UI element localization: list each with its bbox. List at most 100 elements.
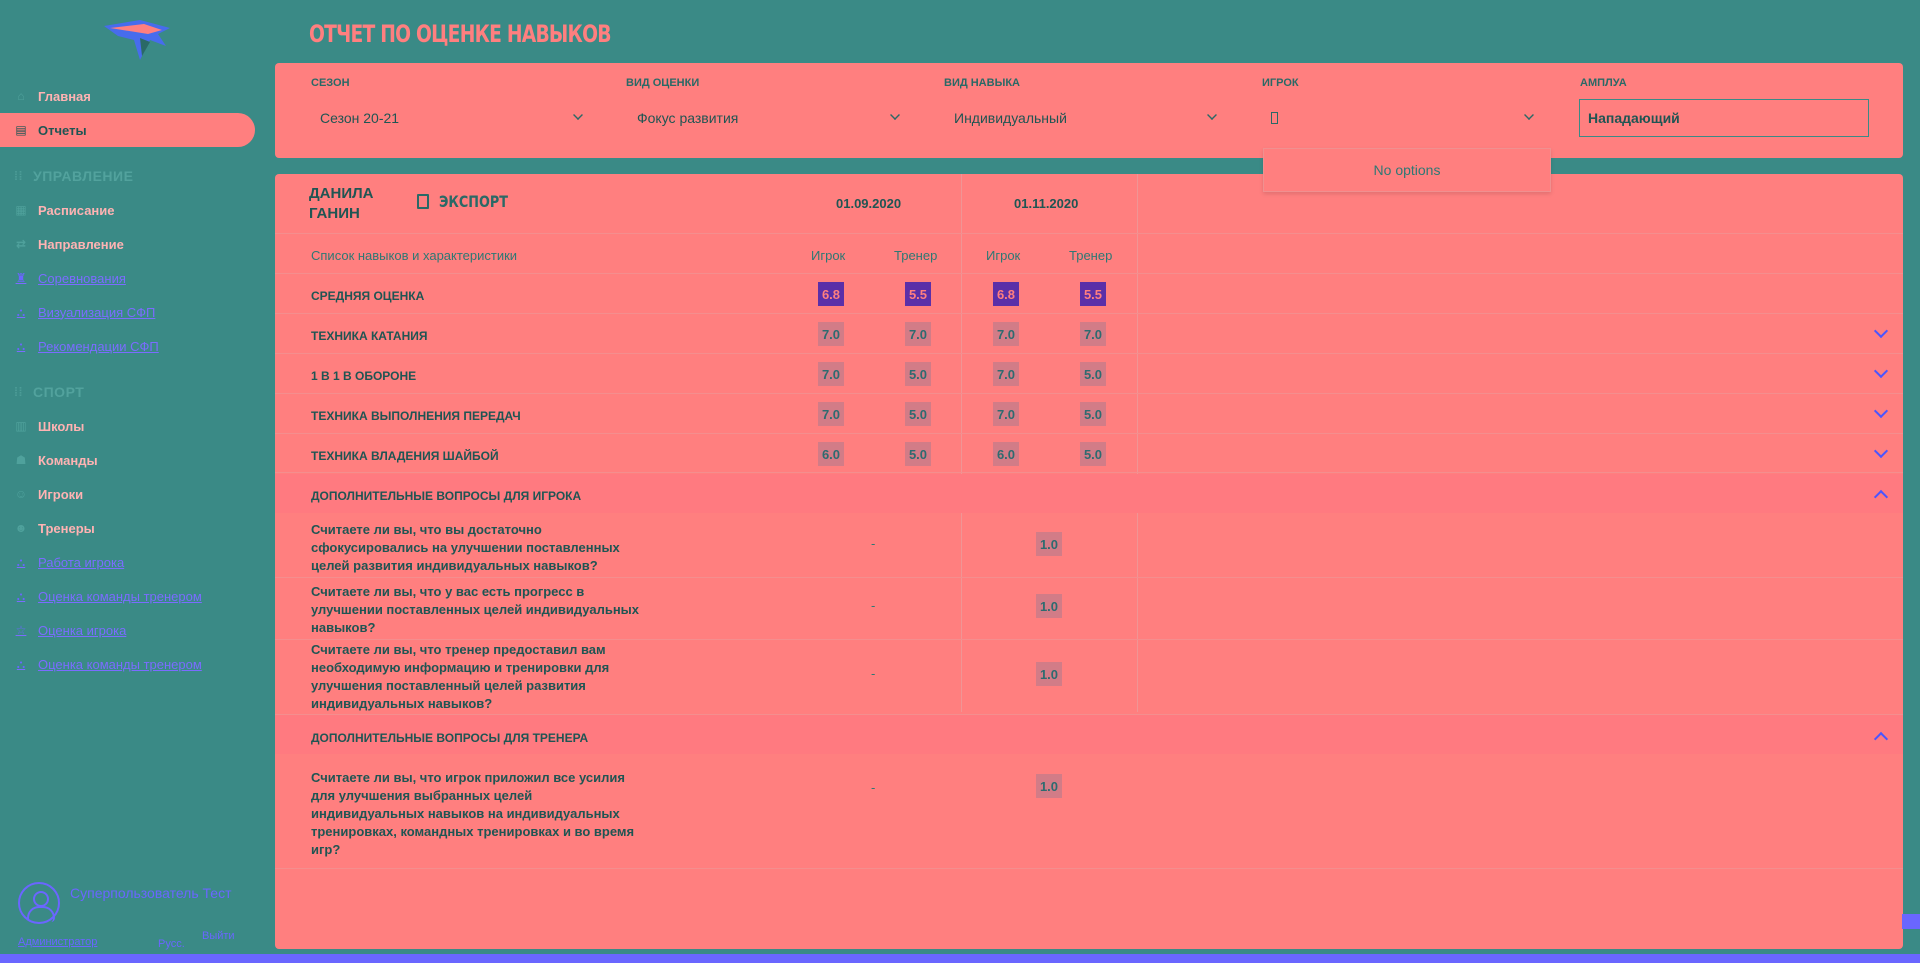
report-icon: ▤ [15, 123, 27, 137]
empty-value: - [871, 598, 876, 613]
user-role[interactable]: Администратор [18, 936, 97, 948]
sidebar-item-sfp-visual[interactable]: ⛬ Визуализация СФП [0, 295, 255, 329]
scroll-indicator[interactable] [1902, 914, 1920, 929]
user-block: Суперпользователь Тест Администратор Рус… [18, 880, 248, 950]
rating-icon: ⛬ [16, 657, 26, 671]
chevron-down-icon [573, 110, 583, 120]
sidebar-item-label: Команды [38, 452, 98, 468]
sidebar-item-label: Рекомендации СФП [38, 338, 159, 354]
sidebar-item-label: Отчеты [38, 122, 87, 138]
row-divider [275, 313, 1903, 314]
question-text: Считаете ли вы, что вы достаточно сфокус… [311, 522, 620, 573]
chevron-down-icon[interactable] [1873, 403, 1889, 419]
column-skills: Список навыков и характеристики [311, 248, 518, 263]
text-cursor-icon [1271, 112, 1278, 124]
sidebar-item-players[interactable]: ☺ Игроки [0, 477, 255, 511]
empty-value: - [871, 666, 876, 681]
skill-row-label: СРЕДНЯЯ ОЦЕНКА [311, 289, 425, 303]
sidebar-item-label: Игроки [38, 486, 84, 502]
logout-link[interactable]: Выйти [202, 930, 235, 942]
skill-row-label[interactable]: ТЕХНИКА КАТАНИЯ [311, 329, 428, 343]
language-switch[interactable]: Русс. [158, 938, 185, 950]
skill-type-select[interactable]: Индивидуальный [944, 99, 1229, 137]
position-field[interactable]: Нападающий [1579, 99, 1869, 137]
home-icon: ⌂ [17, 89, 25, 103]
filter-panel: СЕЗОН Сезон 20-21 ВИД ОЦЕНКИ Фокус разви… [275, 63, 1903, 158]
player-name: ДАНИЛА ГАНИН [309, 185, 374, 222]
score-badge: 7.0 [905, 322, 931, 346]
chevron-down-icon [1207, 110, 1217, 120]
score-badge: 5.0 [905, 402, 931, 426]
score-badge: 5.5 [1080, 282, 1106, 306]
sidebar-item-label: Визуализация СФП [38, 304, 156, 320]
sidebar-item-label: Работа игрока [38, 554, 125, 570]
skill-row-label[interactable]: 1 В 1 В ОБОРОНЕ [311, 369, 416, 383]
row-divider [275, 353, 1903, 354]
score-badge: 5.0 [1080, 402, 1106, 426]
row-divider [275, 868, 1903, 869]
column-coach-1: Тренер [894, 248, 938, 263]
chevron-down-icon[interactable] [1873, 443, 1889, 459]
empty-value: - [871, 780, 876, 795]
row-divider [275, 433, 1903, 434]
sidebar-item-competitions[interactable]: ♜ Соревнования [0, 261, 255, 295]
player-icon: ☺ [14, 487, 28, 501]
question-text: Считаете ли вы, что тренер предоставил в… [311, 642, 610, 711]
skill-row-label[interactable]: ТЕХНИКА ВЫПОЛНЕНИЯ ПЕРЕДАЧ [311, 409, 521, 423]
sidebar-item-team-rating-2[interactable]: ⛬ Оценка команды тренером [0, 647, 255, 681]
section-management: ⁞⁞ УПРАВЛЕНИЕ [14, 168, 134, 184]
season-select[interactable]: Сезон 20-21 [310, 99, 595, 137]
sidebar-item-team-rating[interactable]: ⛬ Оценка команды тренером [0, 579, 255, 613]
score-badge: 6.0 [818, 442, 844, 466]
score-badge: 6.8 [818, 282, 844, 306]
sidebar-item-home[interactable]: ⌂ Главная [0, 79, 255, 113]
logo-icon[interactable] [100, 18, 176, 62]
chevron-down-icon[interactable] [1873, 363, 1889, 379]
sidebar-item-reports[interactable]: ▤ Отчеты [0, 113, 255, 147]
trophy-icon: ♜ [15, 271, 27, 285]
skill-type-label: ВИД НАВЫКА [944, 77, 1021, 89]
column-coach-2: Тренер [1069, 248, 1113, 263]
sidebar-item-player-rating[interactable]: ☆ Оценка игрока [0, 613, 255, 647]
coach-icon: ☻ [14, 521, 28, 535]
position-label: АМПЛУА [1580, 77, 1627, 89]
skill-row-label[interactable]: ТЕХНИКА ВЛАДЕНИЯ ШАЙБОЙ [311, 449, 499, 463]
rating-type-label: ВИД ОЦЕНКИ [626, 77, 700, 89]
sidebar-item-coaches[interactable]: ☻ Тренеры [0, 511, 255, 545]
score-badge: 6.0 [993, 442, 1019, 466]
score-badge: 1.0 [1036, 662, 1062, 686]
work-icon: ⛬ [16, 555, 26, 569]
team-icon: ☗ [15, 453, 27, 467]
sidebar-item-label: Оценка игрока [38, 622, 127, 638]
sidebar-item-label: Оценка команды тренером [38, 588, 202, 604]
direction-icon: ⇄ [15, 237, 27, 251]
star-icon: ☆ [15, 623, 27, 637]
column-player-1: Игрок [811, 248, 846, 263]
chevron-down-icon [890, 110, 900, 120]
rating-type-value: Фокус развития [637, 110, 739, 126]
rating-icon: ⛬ [16, 589, 26, 603]
player-select[interactable] [1261, 99, 1546, 137]
user-name[interactable]: Суперпользователь Тест [70, 886, 248, 900]
score-badge: 5.0 [905, 442, 931, 466]
sidebar-item-sfp-recommend[interactable]: ⛬ Рекомендации СФП [0, 329, 255, 363]
rating-type-select[interactable]: Фокус развития [627, 99, 912, 137]
sidebar-item-label: Главная [38, 88, 91, 104]
score-badge: 5.5 [905, 282, 931, 306]
date-column-1: 01.09.2020 [836, 196, 902, 211]
avatar[interactable] [18, 882, 60, 924]
list-icon: ⛬ [16, 339, 26, 353]
row-divider [275, 472, 1903, 473]
chevron-down-icon[interactable] [1873, 323, 1889, 339]
export-button[interactable]: ЭКСПОРТ [417, 192, 525, 211]
sidebar-item-direction[interactable]: ⇄ Направление [0, 227, 255, 261]
sidebar-item-schedule[interactable]: ▦ Расписание [0, 193, 255, 227]
sidebar-item-schools[interactable]: ▥ Школы [0, 409, 255, 443]
sidebar-item-player-work[interactable]: ⛬ Работа игрока [0, 545, 255, 579]
player-dropdown-menu: No options [1263, 148, 1551, 192]
season-value: Сезон 20-21 [320, 110, 400, 126]
sidebar-item-label: Школы [38, 418, 85, 434]
score-badge: 7.0 [993, 362, 1019, 386]
sidebar-item-teams[interactable]: ☗ Команды [0, 443, 255, 477]
row-divider [275, 639, 1903, 640]
